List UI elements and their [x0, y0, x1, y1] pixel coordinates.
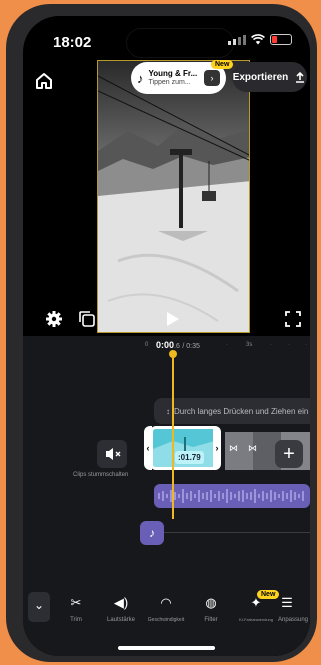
hint-icon: ↕ — [166, 406, 170, 416]
music-dismiss-icon[interactable]: › — [204, 70, 220, 86]
music-track-icon[interactable]: ♪ — [140, 521, 164, 545]
phone-frame: 18:02 ♪ Young & Fr... Tippen zum... › Ne… — [6, 4, 317, 662]
reorder-hint: ↕ Durch langes Drücken und Ziehen ein — [154, 398, 310, 424]
clip-duration: :01.79 — [175, 451, 204, 464]
tool-speed[interactable]: ◠ Geschwindigkeit — [143, 594, 189, 623]
upload-icon — [296, 71, 305, 83]
trim-handle-left[interactable]: ‹ — [144, 426, 152, 470]
wifi-icon — [251, 34, 265, 45]
duplicate-icon[interactable] — [78, 310, 96, 328]
ruler-tick-3s: 3s — [246, 342, 253, 348]
play-icon[interactable] — [166, 311, 180, 327]
export-button[interactable]: Exportieren — [232, 62, 307, 92]
cellular-signal-icon — [228, 34, 246, 45]
filter-icon: ◍ — [205, 595, 217, 610]
fullscreen-icon[interactable] — [285, 311, 301, 327]
current-time: 0:00 — [156, 340, 175, 350]
status-bar: 18:02 — [23, 16, 310, 58]
music-note-icon: ♪ — [137, 70, 144, 86]
app-screen: 18:02 ♪ Young & Fr... Tippen zum... › Ne… — [23, 16, 310, 656]
tool-label: Lautstärke — [106, 617, 136, 623]
home-indicator — [118, 646, 215, 650]
current-time-fraction: .6 — [174, 343, 180, 350]
battery-icon — [270, 34, 292, 45]
dynamic-island — [126, 28, 234, 58]
timecode: 0:00.6 / 0:35 — [156, 340, 200, 350]
tool-label: KI-Farbanwendung — [238, 617, 274, 622]
tool-adjust[interactable]: ☰ Anpassung — [278, 594, 310, 623]
transition-icon[interactable]: ⋈ — [248, 443, 257, 454]
scissors-icon: ✂ — [70, 595, 82, 610]
music-rail — [164, 532, 310, 533]
music-new-badge: New — [211, 60, 234, 69]
tool-volume[interactable]: ◀) Lautstärke — [98, 594, 144, 623]
playhead[interactable] — [169, 350, 177, 519]
speaker-muted-icon — [106, 448, 121, 460]
collapse-chevron-icon[interactable]: ⌄ — [28, 592, 50, 622]
export-label: Exportieren — [232, 71, 289, 83]
selected-video-clip[interactable]: :01.79 — [150, 426, 219, 470]
trim-handle-right[interactable]: › — [213, 426, 221, 470]
tool-trim[interactable]: ✂ Trim — [53, 594, 99, 623]
tool-label: Trim — [70, 617, 82, 623]
home-icon[interactable] — [31, 68, 57, 94]
ruler-tick-0: 0 — [145, 342, 149, 348]
ruler-dot: · — [288, 342, 290, 348]
speedometer-icon: ◠ — [160, 595, 172, 610]
volume-icon: ◀) — [113, 595, 129, 610]
music-subtitle: Tippen zum... — [148, 79, 191, 86]
audio-waveform — [158, 489, 304, 503]
add-clip-button[interactable]: + — [275, 440, 303, 468]
timeline-panel[interactable]: 0 · 3s · · · 0:00.6 / 0:35 ↕ Durch lange… — [23, 336, 310, 588]
ruler-dot: · — [226, 342, 228, 348]
video-preview[interactable] — [97, 60, 250, 333]
settings-gear-icon[interactable] — [45, 310, 63, 328]
hint-text: Durch langes Drücken und Ziehen ein — [174, 406, 309, 416]
sliders-icon: ☰ — [281, 595, 293, 610]
tool-filter[interactable]: ◍ Filter — [188, 594, 234, 623]
music-title: Young & Fr... — [148, 69, 198, 78]
ruler-dot: · — [305, 342, 307, 348]
tool-label: Geschwindigkeit — [147, 617, 185, 623]
status-icons — [228, 34, 292, 45]
video-frame-image — [98, 61, 249, 332]
mute-clips-label: Clips stummschalten — [73, 472, 129, 478]
tool-label: Anpassung — [278, 617, 309, 623]
mute-clips-button[interactable] — [97, 440, 127, 468]
ruler-dot: · — [270, 342, 272, 348]
ai-new-badge: New — [257, 590, 280, 599]
audio-track[interactable] — [154, 484, 310, 508]
total-duration: / 0:35 — [182, 343, 200, 350]
tool-label: Filter — [204, 617, 218, 623]
transition-icon[interactable]: ⋈ — [229, 443, 238, 454]
status-time: 18:02 — [53, 34, 92, 51]
